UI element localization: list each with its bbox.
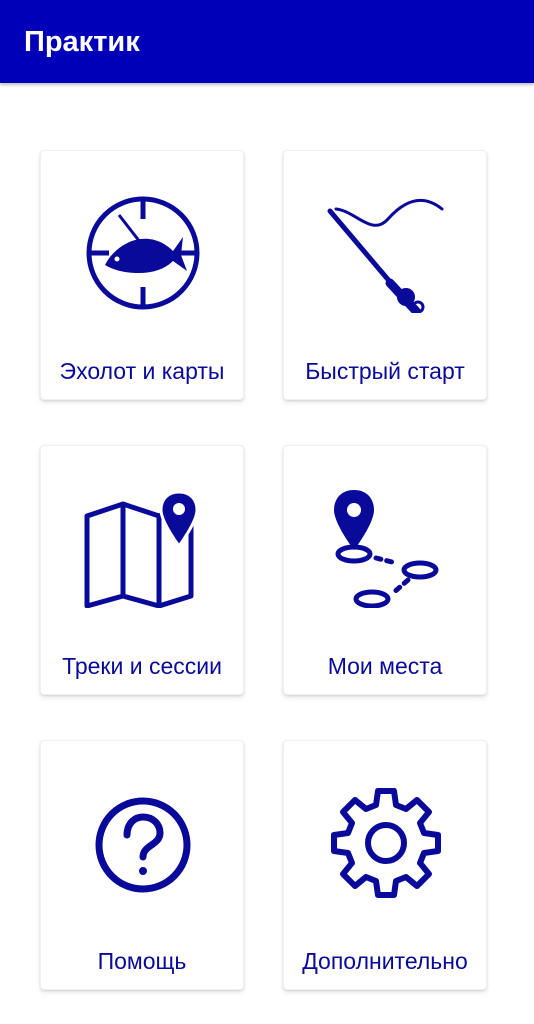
map-pin-icon bbox=[83, 488, 203, 608]
tile-help[interactable]: Помощь bbox=[40, 740, 244, 990]
tile-sonar-and-maps[interactable]: Эхолот и карты bbox=[40, 150, 244, 400]
tile-label: Эхолот и карты bbox=[59, 358, 225, 384]
gear-icon bbox=[326, 783, 446, 903]
tile-more-settings[interactable]: Дополнительно bbox=[283, 740, 487, 990]
fish-crosshair-icon bbox=[83, 193, 203, 313]
tile-label: Дополнительно bbox=[302, 948, 468, 974]
tile-quick-start[interactable]: Быстрый старт bbox=[283, 150, 487, 400]
tile-label: Мои места bbox=[327, 653, 443, 679]
tile-my-places[interactable]: Мои места bbox=[283, 445, 487, 695]
tile-label: Треки и сессии bbox=[62, 653, 222, 679]
app-title: Практик bbox=[24, 26, 140, 58]
tile-tracks-and-sessions[interactable]: Треки и сессии bbox=[40, 445, 244, 695]
help-question-icon bbox=[83, 783, 203, 903]
tile-label: Помощь bbox=[97, 948, 187, 974]
fishing-rod-icon bbox=[326, 193, 446, 313]
route-waypoints-icon bbox=[326, 488, 446, 608]
app-bar: Практик bbox=[0, 0, 534, 83]
tile-label: Быстрый старт bbox=[305, 358, 465, 384]
